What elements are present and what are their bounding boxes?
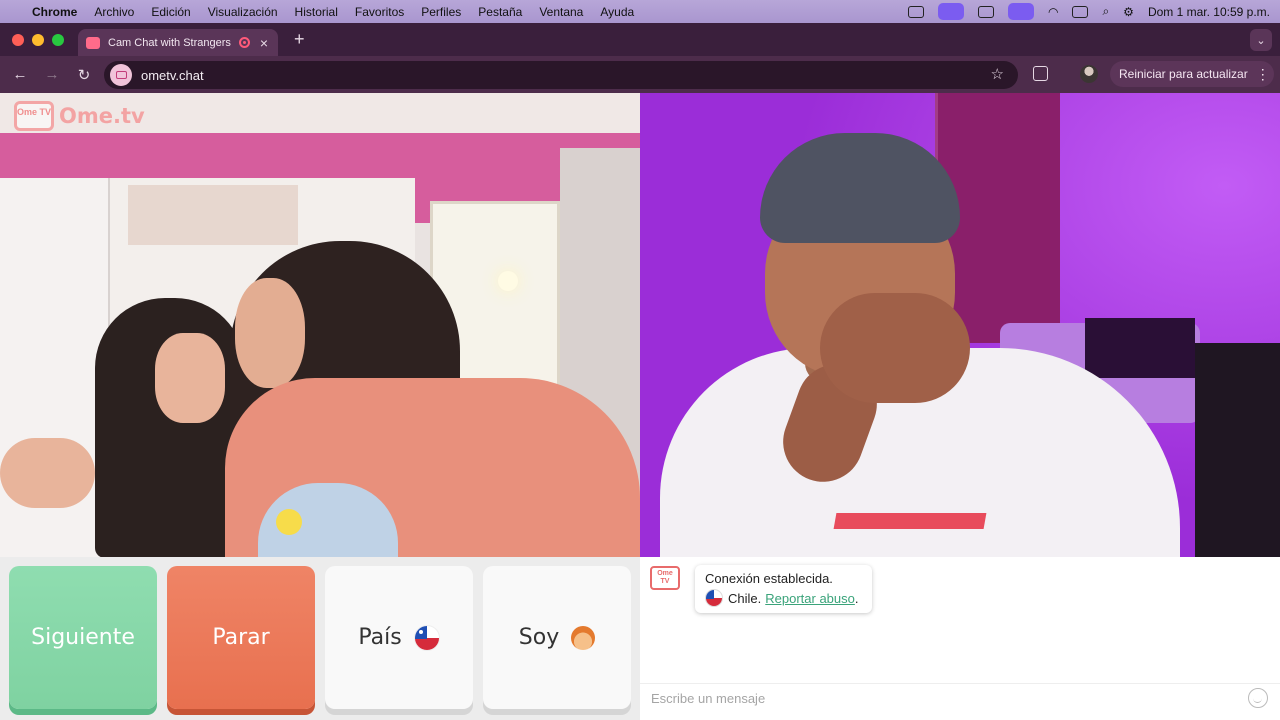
update-button[interactable]: Reiniciar para actualizar ⋮ xyxy=(1110,61,1274,87)
country-button-label: País xyxy=(358,625,402,650)
self-video-dark-object xyxy=(1195,343,1280,557)
new-tab-icon[interactable]: + xyxy=(294,29,305,50)
chat-controls: Siguiente Parar País Soy xyxy=(0,557,640,720)
battery-icon[interactable] xyxy=(1072,5,1089,18)
tab-search-icon[interactable]: ⌄ xyxy=(1250,29,1272,51)
menu-historial[interactable]: Historial xyxy=(295,5,338,19)
stage-manager-icon[interactable] xyxy=(937,3,964,20)
country-button[interactable]: País xyxy=(325,566,473,709)
country-name: Chile. xyxy=(728,590,762,606)
menu-kebab-icon[interactable]: ⋮ xyxy=(1256,66,1270,83)
tab-favicon-icon xyxy=(86,36,100,49)
star-icon[interactable]: ☆ xyxy=(991,65,1004,83)
update-label: Reiniciar para actualizar xyxy=(1119,67,1248,81)
chile-flag-icon xyxy=(705,589,723,607)
url-text[interactable]: ometv.chat xyxy=(141,68,204,83)
gender-button-label: Soy xyxy=(518,625,560,650)
video-hoodie-sun xyxy=(276,509,302,535)
stranger-video: Ome TV Ome.tv xyxy=(0,93,640,557)
video-person-2-face xyxy=(235,278,305,388)
report-abuse-link[interactable]: Reportar abuso xyxy=(765,591,855,606)
gender-button[interactable]: Soy xyxy=(483,566,631,709)
back-icon[interactable]: ← xyxy=(4,66,36,83)
stop-button-label: Parar xyxy=(212,625,270,650)
self-video-shelf xyxy=(1085,318,1195,378)
menu-visualizacion[interactable]: Visualización xyxy=(208,5,278,19)
menu-ventana[interactable]: Ventana xyxy=(539,5,583,19)
next-button[interactable]: Siguiente xyxy=(9,566,157,709)
self-video-hand xyxy=(820,293,970,403)
ometv-logo-icon: Ome TV xyxy=(14,101,54,131)
connection-status: Conexión establecida. xyxy=(705,571,833,586)
display-icon[interactable] xyxy=(977,5,994,18)
menu-edicion[interactable]: Edición xyxy=(151,5,190,19)
close-window-icon[interactable] xyxy=(12,33,24,46)
video-shelf-niche xyxy=(128,185,298,245)
video-person-1-face xyxy=(155,333,225,423)
message-input[interactable] xyxy=(651,691,1221,706)
message-bar xyxy=(640,683,1280,713)
maximize-window-icon[interactable] xyxy=(52,33,64,46)
menu-pestana[interactable]: Pestaña xyxy=(478,5,522,19)
browser-tab-bar: Cam Chat with Strangers × + ⌄ xyxy=(0,23,1280,56)
self-video-shirt-stripe xyxy=(833,513,987,529)
stop-button[interactable]: Parar xyxy=(167,566,315,709)
video-lamp xyxy=(498,271,518,291)
window-switcher-icon[interactable] xyxy=(1007,3,1034,20)
chile-flag-icon xyxy=(413,624,440,651)
report-suffix: . xyxy=(854,590,859,606)
site-info-icon[interactable] xyxy=(110,64,132,86)
next-button-label: Siguiente xyxy=(31,625,135,650)
self-video xyxy=(640,93,1280,557)
tab-title: Cam Chat with Strangers xyxy=(108,36,231,49)
menu-ayuda[interactable]: Ayuda xyxy=(600,5,634,19)
video-person-knees xyxy=(0,438,95,508)
menubar-clock[interactable]: Dom 1 mar. 10:59 p.m. xyxy=(1148,5,1270,19)
menubar-status-area: ◠ ⌕ ⚙ Dom 1 mar. 10:59 p.m. xyxy=(907,0,1270,23)
search-icon[interactable]: ⌕ xyxy=(1102,4,1109,19)
tab-close-icon[interactable]: × xyxy=(260,35,268,51)
wifi-icon[interactable]: ◠ xyxy=(1048,5,1058,19)
recording-icon xyxy=(238,37,250,48)
menu-perfiles[interactable]: Perfiles xyxy=(421,5,461,19)
screen-share-icon[interactable] xyxy=(907,5,924,18)
tab-ometv[interactable]: Cam Chat with Strangers × xyxy=(78,29,278,56)
address-bar[interactable]: ometv.chat ☆ xyxy=(104,61,1018,89)
profile-avatar[interactable] xyxy=(1080,65,1098,83)
country-line: Chile. Reportar abuso. xyxy=(705,589,862,607)
forward-icon[interactable]: → xyxy=(36,66,68,83)
control-center-icon[interactable]: ⚙ xyxy=(1123,5,1134,19)
minimize-window-icon[interactable] xyxy=(32,33,44,46)
smiley-icon[interactable] xyxy=(1248,688,1268,708)
ometv-chat-icon: Ome TV xyxy=(650,566,680,590)
menu-archivo[interactable]: Archivo xyxy=(94,5,134,19)
system-message: Conexión establecida. Chile. Reportar ab… xyxy=(695,565,872,613)
macos-menubar: Chrome Archivo Edición Visualización His… xyxy=(0,0,1280,23)
reload-icon[interactable]: ↻ xyxy=(68,66,100,84)
extensions-icon[interactable] xyxy=(1033,66,1048,81)
chat-panel: Ome TV Conexión establecida. Chile. Repo… xyxy=(640,557,1280,720)
menu-favoritos[interactable]: Favoritos xyxy=(355,5,404,19)
window-controls xyxy=(12,33,64,46)
boy-emoji-icon xyxy=(571,625,596,650)
ometv-logo-text: Ome.tv xyxy=(59,104,145,128)
ometv-logo: Ome TV Ome.tv xyxy=(14,101,145,131)
menu-app-name[interactable]: Chrome xyxy=(32,5,77,19)
